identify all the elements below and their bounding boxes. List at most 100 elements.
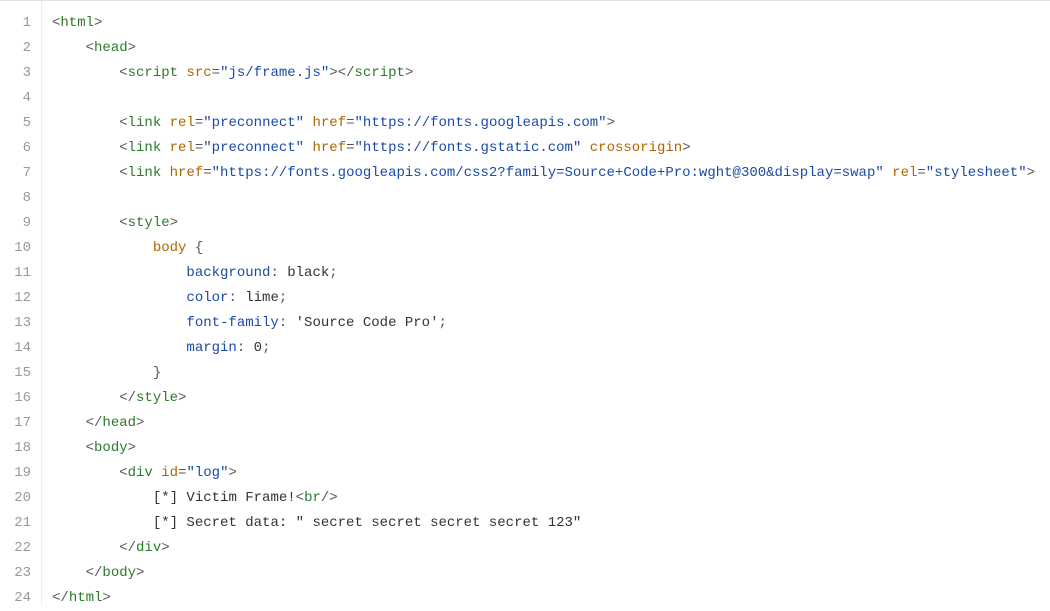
line-number: 24 (0, 586, 41, 611)
token (161, 115, 169, 131)
token (161, 165, 169, 181)
token: div (136, 540, 161, 556)
token (304, 115, 312, 131)
token: > (128, 40, 136, 56)
token: > (136, 565, 144, 581)
code-line[interactable]: <link rel="preconnect" href="https://fon… (52, 111, 1050, 136)
token: < (119, 465, 127, 481)
code-line[interactable] (52, 186, 1050, 211)
token: = (212, 65, 220, 81)
token: black (279, 265, 329, 281)
token: src (186, 65, 211, 81)
code-line[interactable]: <html> (52, 11, 1050, 36)
code-line[interactable]: } (52, 361, 1050, 386)
code-line[interactable]: [*] Secret data: " secret secret secret … (52, 511, 1050, 536)
code-line[interactable] (52, 86, 1050, 111)
token (304, 140, 312, 156)
line-number: 21 (0, 511, 41, 536)
token: id (161, 465, 178, 481)
line-number-gutter: 123456789101112131415161718192021222324 (0, 1, 42, 606)
token: font-family (186, 315, 278, 331)
line-number: 16 (0, 386, 41, 411)
token: body (94, 440, 128, 456)
token: </ (338, 65, 355, 81)
token: "js/frame.js" (220, 65, 329, 81)
token: head (94, 40, 128, 56)
token: > (136, 415, 144, 431)
code-line[interactable]: background: black; (52, 261, 1050, 286)
code-line[interactable]: color: lime; (52, 286, 1050, 311)
code-line[interactable]: <body> (52, 436, 1050, 461)
code-line[interactable]: </body> (52, 561, 1050, 586)
line-number: 23 (0, 561, 41, 586)
line-number: 6 (0, 136, 41, 161)
code-line[interactable]: <div id="log"> (52, 461, 1050, 486)
token: = (203, 165, 211, 181)
code-line[interactable]: <script src="js/frame.js"></script> (52, 61, 1050, 86)
code-line[interactable]: body { (52, 236, 1050, 261)
code-line[interactable]: [*] Victim Frame!<br/> (52, 486, 1050, 511)
code-line[interactable]: <link rel="preconnect" href="https://fon… (52, 136, 1050, 161)
token: href (313, 140, 347, 156)
line-number: 9 (0, 211, 41, 236)
code-line[interactable]: margin: 0; (52, 336, 1050, 361)
token: "https://fonts.googleapis.com/css2?famil… (212, 165, 884, 181)
token: > (178, 390, 186, 406)
token: rel (170, 140, 195, 156)
token (186, 240, 194, 256)
code-line[interactable]: </style> (52, 386, 1050, 411)
token: script (355, 65, 405, 81)
token: body (102, 565, 136, 581)
line-number: 5 (0, 111, 41, 136)
token: href (170, 165, 204, 181)
token: rel (892, 165, 917, 181)
token: > (682, 140, 690, 156)
token: link (128, 115, 162, 131)
token: > (128, 440, 136, 456)
token: > (94, 15, 102, 31)
code-line[interactable]: font-family: 'Source Code Pro'; (52, 311, 1050, 336)
line-number: 17 (0, 411, 41, 436)
code-line[interactable]: <style> (52, 211, 1050, 236)
token: "https://fonts.googleapis.com" (355, 115, 607, 131)
token: > (405, 65, 413, 81)
token: = (195, 140, 203, 156)
token: < (119, 215, 127, 231)
token: [*] Secret data: " secret secret secret … (153, 515, 581, 531)
token (884, 165, 892, 181)
line-number: 11 (0, 261, 41, 286)
token: html (69, 590, 103, 606)
token (161, 140, 169, 156)
token: "stylesheet" (926, 165, 1027, 181)
token: link (128, 140, 162, 156)
code-line[interactable]: <link href="https://fonts.googleapis.com… (52, 161, 1050, 186)
token: = (346, 140, 354, 156)
token: } (153, 365, 161, 381)
token: </ (119, 540, 136, 556)
token: </ (86, 565, 103, 581)
token: html (60, 15, 94, 31)
token: < (86, 440, 94, 456)
line-number: 1 (0, 11, 41, 36)
token: : (270, 265, 278, 281)
code-line[interactable]: </div> (52, 536, 1050, 561)
code-editor-area[interactable]: <html> <head> <script src="js/frame.js">… (42, 1, 1050, 606)
token: ; (438, 315, 446, 331)
token: < (119, 115, 127, 131)
token (153, 465, 161, 481)
line-number: 10 (0, 236, 41, 261)
code-line[interactable]: <head> (52, 36, 1050, 61)
token: = (917, 165, 925, 181)
token (581, 140, 589, 156)
line-number: 12 (0, 286, 41, 311)
code-line[interactable]: </html> (52, 586, 1050, 606)
token: "preconnect" (203, 140, 304, 156)
line-number: 19 (0, 461, 41, 486)
token: [*] Victim Frame! (153, 490, 296, 506)
code-line[interactable]: </head> (52, 411, 1050, 436)
line-number: 2 (0, 36, 41, 61)
line-number: 20 (0, 486, 41, 511)
token: = (195, 115, 203, 131)
token: "preconnect" (203, 115, 304, 131)
line-number: 22 (0, 536, 41, 561)
